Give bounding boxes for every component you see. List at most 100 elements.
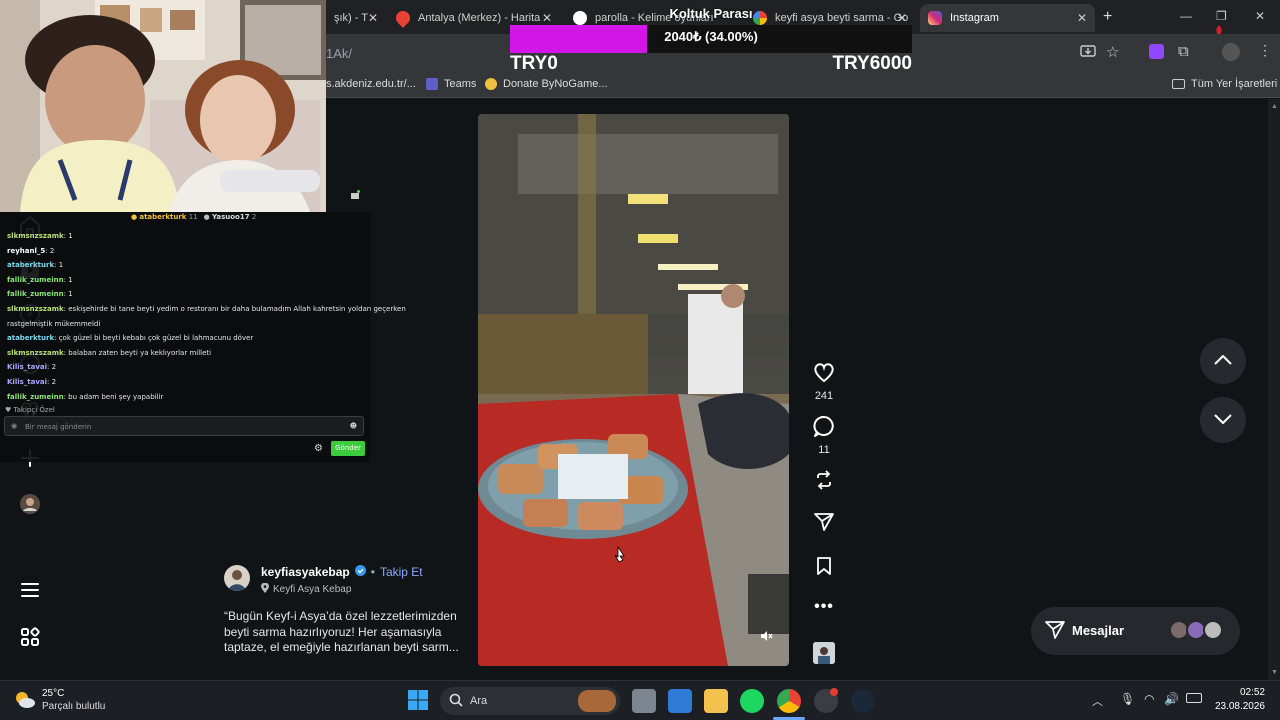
chat-input-icon: ◉ (11, 422, 18, 430)
chat-username[interactable]: ataberkturk (7, 261, 54, 269)
close-window-icon[interactable]: ✕ (1255, 9, 1265, 23)
audio-thumbnail[interactable] (813, 642, 835, 664)
like-button[interactable]: 241 (810, 361, 838, 402)
store-icon[interactable] (668, 689, 692, 713)
new-tab-plus-icon[interactable]: + (1103, 8, 1112, 26)
message-avatar (1203, 620, 1223, 640)
bookmark-label: Teams (444, 78, 477, 90)
post-author-avatar[interactable] (224, 565, 250, 591)
bookmark-label: s.akdeniz.edu.tr/... (326, 78, 416, 90)
repost-button[interactable] (810, 469, 838, 496)
chat-text: : balaban zaten beyti ya keklıyorlar mil… (63, 348, 212, 357)
post-location[interactable]: Keyfi Asya Kebap (261, 582, 352, 596)
all-bookmarks-item[interactable]: Tüm Yer İşaretleri (1172, 78, 1277, 90)
chat-username[interactable]: fallik_zumeinn (7, 393, 64, 401)
microphone-icon[interactable]: 🎙 (1120, 692, 1135, 706)
spotify-icon[interactable] (740, 689, 764, 713)
browser-tab[interactable]: şık) - T ✕ (326, 4, 386, 32)
donation-amount: 2040₺ (34.00%) (664, 29, 758, 44)
bookmark-star-icon[interactable]: ☆ (1106, 43, 1119, 61)
donation-min: TRY0 (510, 53, 558, 74)
weather-icon[interactable] (14, 690, 36, 715)
chat-text: : bu adam beni şey yapabilir (63, 392, 164, 401)
stream-chat-overlay: ● ataberkturk 11 ● Yasuoo17 2 slkmsnzsza… (0, 190, 406, 462)
wifi-icon[interactable]: ◠ (1144, 692, 1154, 706)
like-count: 241 (814, 390, 834, 402)
chat-username[interactable]: ataberkturk (7, 334, 54, 342)
chat-message-input[interactable]: ◉ Bir mesaj gönderin ☻ (4, 416, 364, 436)
more-options-button[interactable]: ••• (810, 598, 838, 616)
browser-menu-icon[interactable]: ⋮ (1258, 42, 1272, 59)
chat-username[interactable]: fallik_zumeinn (7, 276, 64, 284)
top-chatter: ● Yasuoo17 2 (203, 213, 257, 221)
notification-badge (830, 688, 838, 696)
chat-send-button[interactable]: Gönder (331, 441, 365, 456)
url-field[interactable]: 1Ak/ (326, 46, 352, 61)
chat-username[interactable]: slkmsnzszamk (7, 349, 64, 357)
chevron-down-icon (1214, 411, 1232, 429)
maps-pin-icon (393, 8, 413, 28)
page-scrollbar[interactable]: ▲ ▼ (1268, 99, 1280, 680)
share-button[interactable] (810, 512, 838, 537)
chat-message: fallik_zumeinn: 1 (7, 290, 73, 298)
steam-icon[interactable] (851, 689, 875, 713)
weather-desc: Parçalı bulutlu (42, 701, 106, 712)
messages-button[interactable]: Mesajlar (1031, 607, 1240, 655)
chrome-icon[interactable] (777, 689, 801, 713)
follow-link[interactable]: Takip Et (380, 565, 423, 579)
task-view-icon[interactable] (632, 689, 656, 713)
streamer-webcam (0, 0, 326, 212)
clock-time[interactable]: 02:52 (1205, 687, 1265, 698)
previous-reel-button[interactable] (1200, 338, 1246, 384)
clock-date[interactable]: 23.08.2026 (1205, 701, 1265, 712)
chat-username[interactable]: slkmsnzszamk (7, 232, 64, 240)
chat-settings-gear-icon[interactable]: ⚙ (314, 443, 323, 454)
extensions-puzzle-icon[interactable]: ⧉ (1178, 43, 1189, 60)
close-tab-icon[interactable]: ✕ (368, 11, 378, 25)
chat-username[interactable]: Kilis_tavai (7, 363, 47, 371)
chat-message: rastgelmiştik mükemmeldi (7, 320, 100, 328)
chat-message: fallik_zumeinn: bu adam beni şey yapabil… (7, 393, 163, 401)
post-username[interactable]: keyfiasyakebap (261, 565, 350, 579)
chat-username[interactable]: fallik_zumeinn (7, 290, 64, 298)
more-apps-icon[interactable] (18, 625, 42, 649)
minimize-window-icon[interactable]: — (1180, 9, 1192, 23)
bookmark-item[interactable]: s.akdeniz.edu.tr/... (326, 78, 416, 90)
search-highlight-image (578, 690, 616, 712)
bookmark-item[interactable]: Teams (426, 78, 476, 90)
close-tab-icon[interactable]: ✕ (1077, 11, 1087, 25)
restore-window-icon[interactable]: ❐ (1216, 9, 1227, 23)
top-chatter: ● ataberkturk 11 (131, 213, 198, 221)
save-button[interactable] (810, 556, 838, 581)
chat-message: fallik_zumeinn: 1 (7, 276, 73, 284)
volume-icon[interactable]: 🔊 (1164, 692, 1179, 706)
comment-button[interactable]: 11 (810, 415, 838, 456)
install-app-icon[interactable] (1080, 44, 1096, 65)
windows-start-icon[interactable] (408, 690, 428, 715)
profile-avatar-icon[interactable] (1222, 43, 1240, 61)
battery-icon[interactable] (1186, 693, 1202, 703)
bookmark-label: Donate ByNoGame... (503, 78, 608, 90)
location-label: Keyfi Asya Kebap (273, 584, 352, 595)
menu-hamburger-icon[interactable] (18, 578, 42, 602)
reel-video[interactable] (478, 114, 789, 666)
twitch-extension-icon[interactable] (1149, 44, 1164, 59)
file-explorer-icon[interactable] (704, 689, 728, 713)
location-pin-icon (261, 582, 269, 596)
chat-settings-small-icon[interactable] (350, 190, 360, 202)
next-reel-button[interactable] (1200, 397, 1246, 443)
chat-text: : 2 (47, 378, 57, 386)
search-placeholder: Ara (470, 695, 488, 707)
mute-icon[interactable] (759, 629, 773, 648)
profile-avatar[interactable] (18, 492, 42, 516)
post-caption[interactable]: “Bugün Keyf-i Asya’da özel lezzetlerimiz… (224, 609, 464, 656)
tray-chevron-up-icon[interactable]: ︿ (1092, 693, 1103, 709)
emoji-icon[interactable]: ☻ (350, 422, 357, 430)
taskbar-search-box[interactable]: Ara (440, 687, 620, 715)
browser-tab-active[interactable]: Instagram ✕ (920, 4, 1095, 32)
chat-username[interactable]: reyhanl_5 (7, 247, 45, 255)
bookmark-item[interactable]: Donate ByNoGame... (485, 78, 608, 90)
chat-mode-text: Takipçi Özel (13, 406, 55, 414)
chat-username[interactable]: Kilis_tavai (7, 378, 47, 386)
chat-username[interactable]: slkmsnzszamk (7, 305, 64, 313)
